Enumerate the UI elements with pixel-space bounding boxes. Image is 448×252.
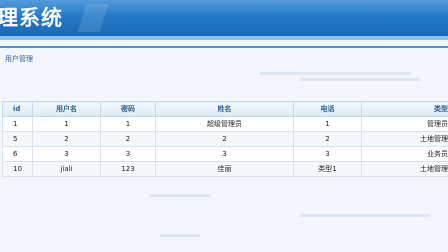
breadcrumb: 用户管理: [5, 55, 33, 63]
column-header-id[interactable]: id: [2, 101, 33, 117]
cell-type: 管理员: [361, 116, 448, 132]
cell-username: 2: [32, 131, 101, 147]
table-row[interactable]: 10 jiali 123 佳丽 类型1 土地管理: [2, 161, 448, 177]
cell-phone: 类型1: [293, 161, 362, 177]
table-row[interactable]: 1 1 1 超级管理员 1 管理员: [2, 116, 448, 132]
column-header-password[interactable]: 密码: [100, 101, 156, 117]
column-header-name[interactable]: 姓名: [155, 101, 294, 117]
banner-gloss: [0, 0, 448, 16]
cell-password: 3: [100, 146, 156, 162]
cell-password: 123: [100, 161, 156, 177]
cell-phone: 2: [293, 131, 362, 147]
cell-id: 10: [2, 161, 33, 177]
cell-username: 1: [32, 116, 101, 132]
cell-password: 2: [100, 131, 156, 147]
cell-phone: 3: [293, 146, 362, 162]
cell-type: 土地管理: [361, 131, 448, 147]
column-header-username[interactable]: 用户名: [32, 101, 101, 117]
cell-username: 3: [32, 146, 101, 162]
cell-type: 业务员: [361, 146, 448, 162]
table-row[interactable]: 6 3 3 3 3 业务员: [2, 146, 448, 162]
column-header-type[interactable]: 类型: [361, 101, 448, 117]
user-table: id 用户名 密码 姓名 电话 类型 1 1 1 超级管理员 1 管理员 5 2…: [2, 101, 448, 177]
table-row[interactable]: 5 2 2 2 2 土地管理: [2, 131, 448, 147]
cell-phone: 1: [293, 116, 362, 132]
cell-id: 6: [2, 146, 33, 162]
cell-name: 超级管理员: [155, 116, 294, 132]
cell-name: 2: [155, 131, 294, 147]
cell-id: 1: [2, 116, 33, 132]
cell-name: 3: [155, 146, 294, 162]
column-header-phone[interactable]: 电话: [293, 101, 362, 117]
cell-password: 1: [100, 116, 156, 132]
breadcrumb-divider: [0, 46, 448, 48]
cell-id: 5: [2, 131, 33, 147]
app-banner: 理系统: [0, 0, 448, 40]
cell-type: 土地管理: [361, 161, 448, 177]
banner-bottom-bar: [0, 36, 448, 40]
app-title: 理系统: [0, 6, 63, 30]
table-header-row: id 用户名 密码 姓名 电话 类型: [2, 101, 448, 117]
cell-username: jiali: [32, 161, 101, 177]
cell-name: 佳丽: [155, 161, 294, 177]
